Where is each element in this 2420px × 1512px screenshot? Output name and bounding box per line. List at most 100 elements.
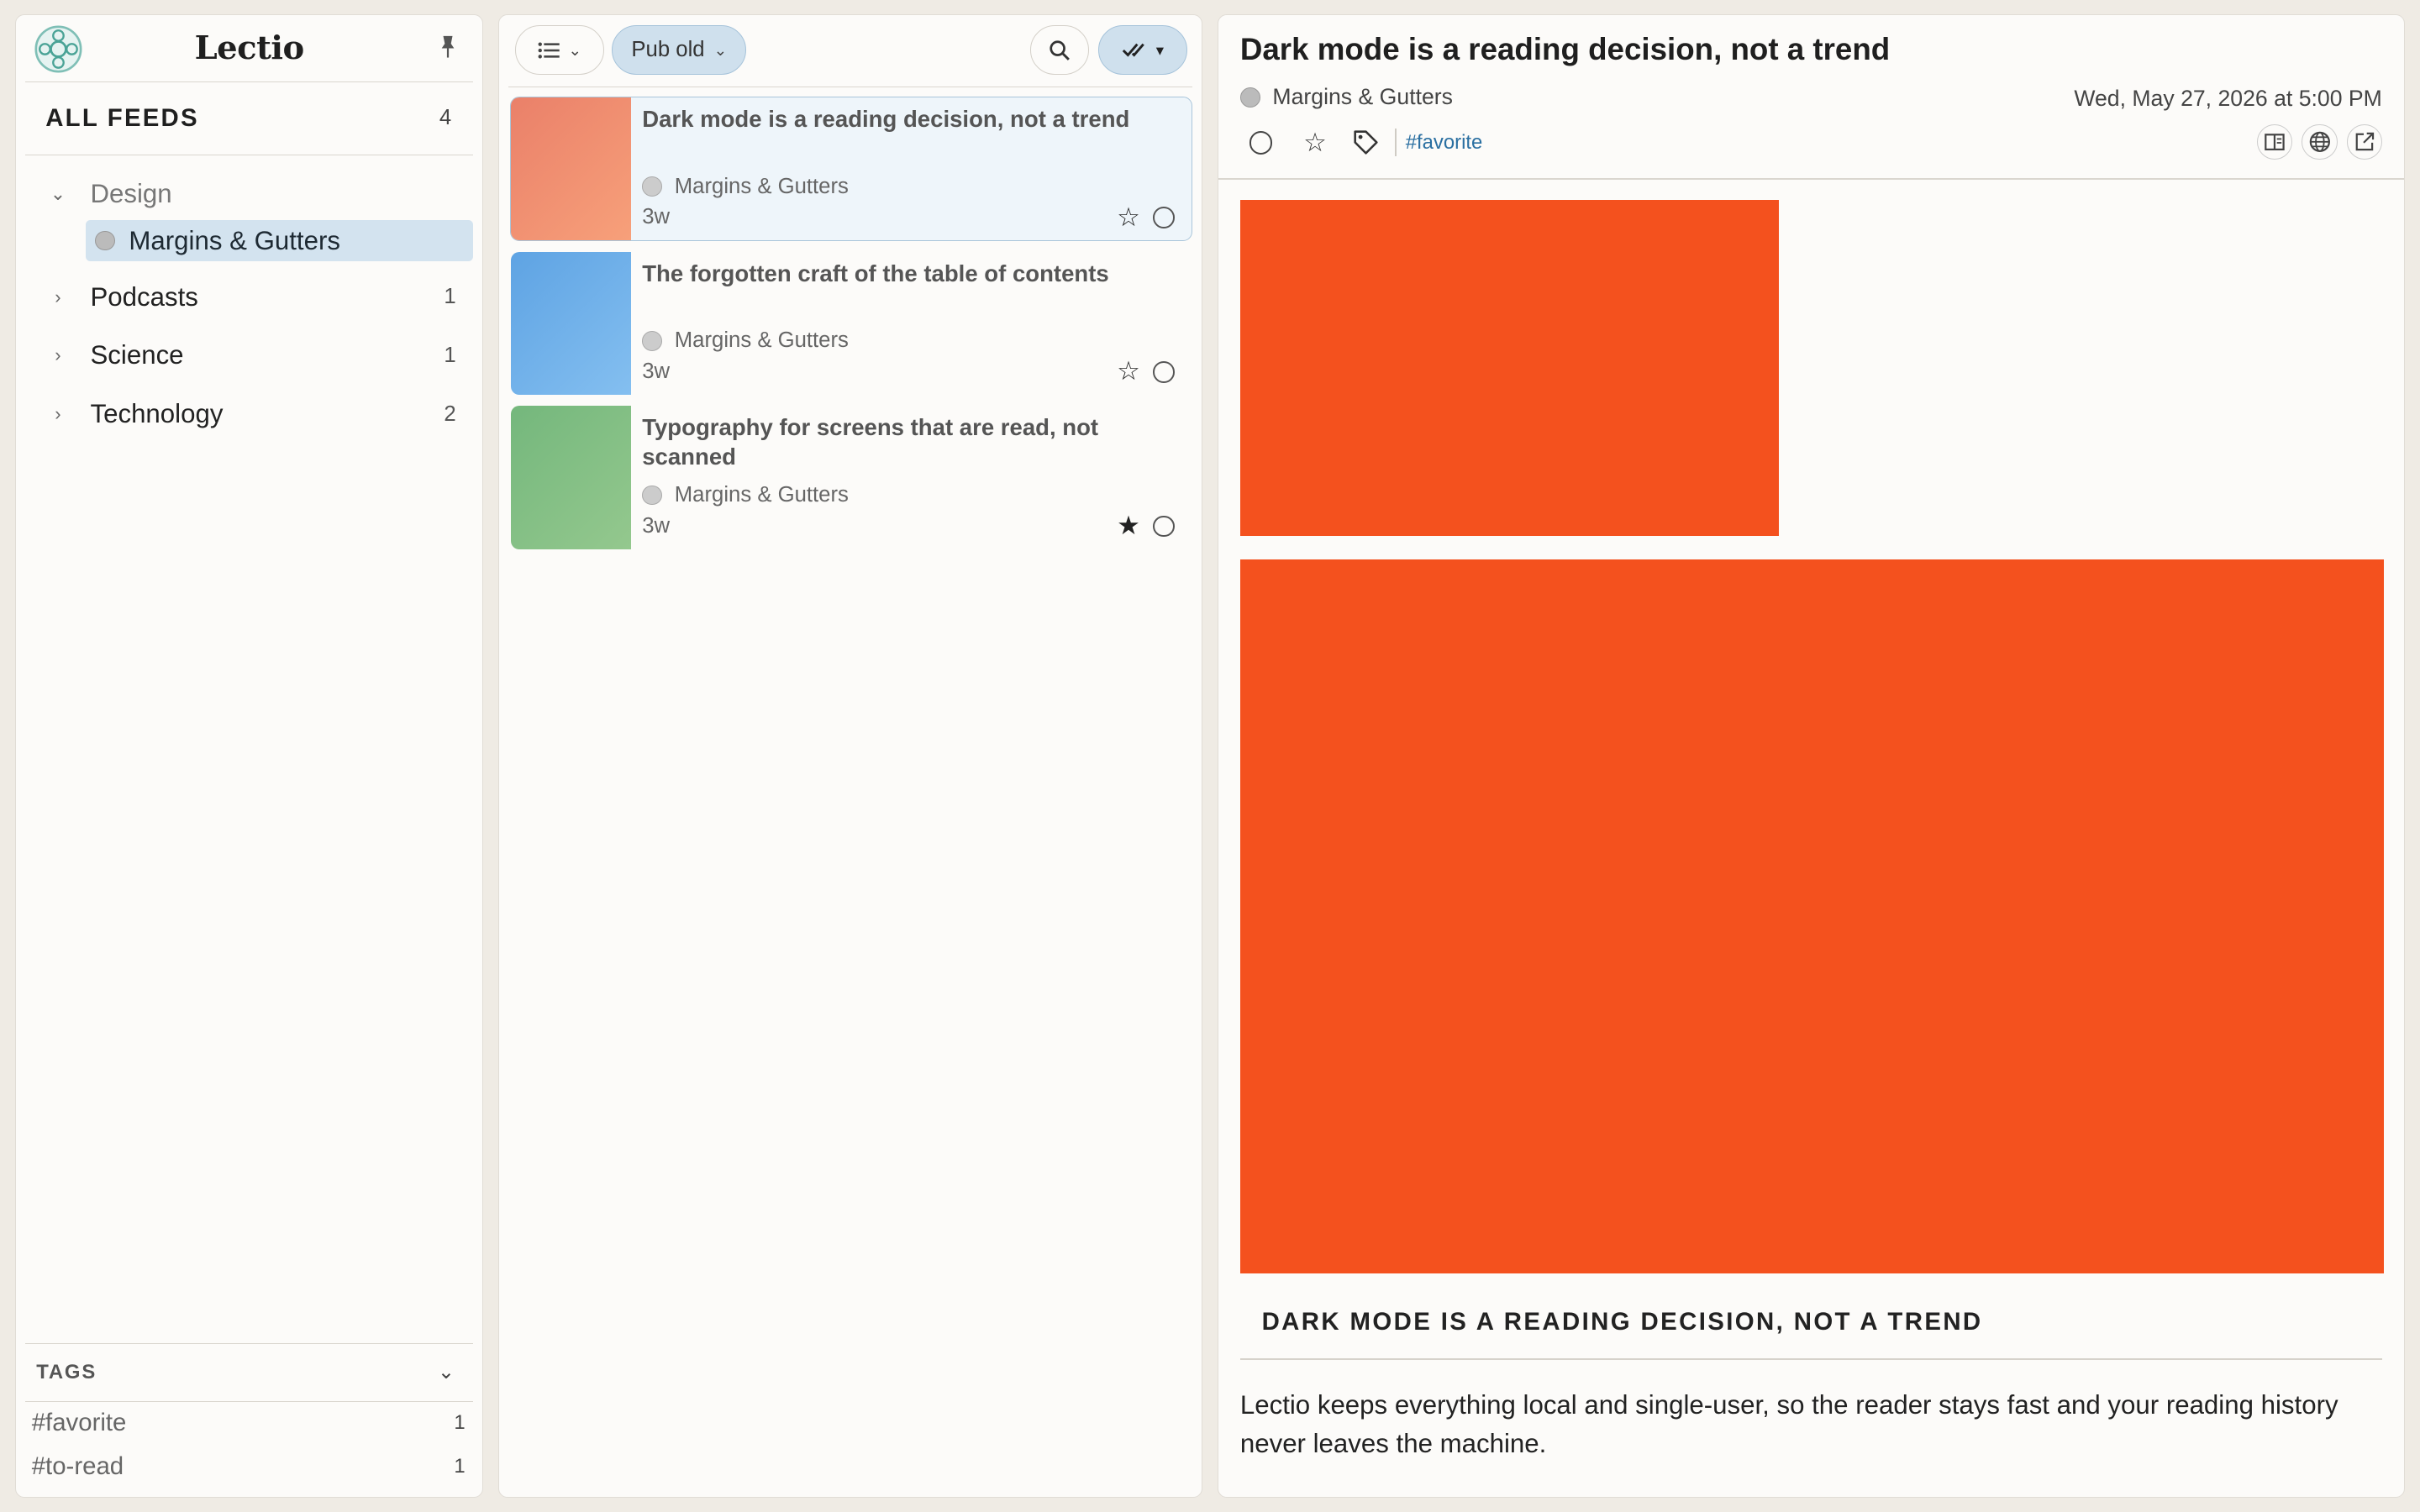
pin-icon[interactable] <box>439 34 457 59</box>
article-card[interactable]: Dark mode is a reading decision, not a t… <box>510 96 1192 242</box>
unread-circle-icon[interactable] <box>1249 131 1273 155</box>
category-podcasts[interactable]: › Podcasts 1 <box>16 268 482 327</box>
article-feed-name: Margins & Gutters <box>674 328 849 353</box>
article-title: Typography for screens that are read, no… <box>642 414 1099 470</box>
tags-label: TAGS <box>36 1360 97 1383</box>
article-feed-name: Margins & Gutters <box>674 174 849 198</box>
unread-circle-icon[interactable] <box>1152 360 1175 383</box>
reader-title: Dark mode is a reading decision, not a t… <box>1239 31 1891 66</box>
article-caption: DARK MODE IS A READING DECISION, NOT A T… <box>1261 1307 1983 1336</box>
sort-dropdown[interactable]: Pub old ⌄ <box>612 25 747 76</box>
article-thumbnail <box>511 97 632 241</box>
category-label: Podcasts <box>90 281 198 312</box>
article-feed-name: Margins & Gutters <box>674 482 849 507</box>
article-list: Dark mode is a reading decision, not a t… <box>499 87 1202 550</box>
category-technology[interactable]: › Technology 2 <box>16 385 482 444</box>
category-count: 2 <box>444 402 456 426</box>
list-toolbar: ⌄ Pub old ⌄ ▾ <box>508 15 1192 87</box>
reader-tag-favorite[interactable]: #favorite <box>1406 131 1483 155</box>
tag-icon[interactable] <box>1352 129 1380 156</box>
reader-feed[interactable]: Margins & Gutters <box>1239 84 1453 110</box>
view-mode-button[interactable]: ⌄ <box>514 25 605 76</box>
category-label: Science <box>90 340 184 370</box>
article-age: 3w <box>642 360 671 384</box>
search-button[interactable] <box>1030 25 1089 76</box>
double-check-icon <box>1123 43 1145 57</box>
app-title: Lectio <box>194 29 305 67</box>
article-image <box>1239 559 2384 1274</box>
feed-item-margins-gutters[interactable]: Margins & Gutters <box>86 219 473 262</box>
tags-list: #favorite 1 #to-read 1 <box>16 1402 482 1498</box>
category-label: Design <box>90 178 172 208</box>
article-image <box>1239 199 1779 537</box>
article-age: 3w <box>642 205 671 229</box>
globe-icon <box>95 230 115 251</box>
unread-circle-icon[interactable] <box>1152 207 1175 228</box>
globe-icon <box>642 176 663 197</box>
chevron-right-icon[interactable]: › <box>47 286 69 308</box>
chevron-right-icon[interactable]: › <box>47 344 69 366</box>
all-feeds-label: ALL FEEDS <box>45 103 199 132</box>
tag-label: #favorite <box>31 1409 127 1437</box>
tags-header[interactable]: TAGS ⌄ <box>25 1342 473 1402</box>
star-filled-icon[interactable]: ★ <box>1117 511 1140 541</box>
article-age: 3w <box>642 513 671 538</box>
article-list-panel: ⌄ Pub old ⌄ ▾ Dark mode is a reading dec… <box>498 13 1202 1499</box>
chevron-down-icon: ⌄ <box>713 40 727 59</box>
chevron-down-icon[interactable]: ⌄ <box>438 1360 455 1384</box>
category-design[interactable]: ⌄ Design <box>16 165 482 223</box>
chevron-right-icon[interactable]: › <box>47 403 69 425</box>
globe-icon <box>2309 131 2330 153</box>
tag-item-favorite[interactable]: #favorite 1 <box>16 1402 482 1445</box>
caret-down-icon: ▾ <box>1155 40 1164 59</box>
reader-tools <box>2257 123 2382 160</box>
star-outline-icon[interactable]: ☆ <box>1117 356 1140 386</box>
open-external-button[interactable] <box>2346 123 2382 160</box>
globe-icon <box>642 485 663 506</box>
article-feed: Margins & Gutters <box>642 483 849 507</box>
tag-count: 1 <box>454 1411 466 1435</box>
reader-date: Wed, May 27, 2026 at 5:00 PM <box>2074 86 2382 111</box>
category-science[interactable]: › Science 1 <box>16 326 482 385</box>
article-thumbnail <box>511 251 632 396</box>
article-feed: Margins & Gutters <box>642 328 849 353</box>
star-outline-icon[interactable]: ☆ <box>1303 128 1327 158</box>
article-feed: Margins & Gutters <box>642 175 849 199</box>
search-icon <box>1050 40 1070 60</box>
star-outline-icon[interactable]: ☆ <box>1117 202 1140 233</box>
tag-item-to-read[interactable]: #to-read 1 <box>16 1445 482 1488</box>
category-count: 1 <box>444 285 456 309</box>
divider <box>1394 129 1397 157</box>
article-title: The forgotten craft of the table of cont… <box>642 260 1109 286</box>
sidebar: Lectio ALL FEEDS 4 ⌄ Design Margins & Gu… <box>15 13 483 1499</box>
reader-view-button[interactable] <box>2257 123 2293 160</box>
mark-read-button[interactable]: ▾ <box>1097 25 1188 76</box>
article-title: Dark mode is a reading decision, not a t… <box>642 106 1130 133</box>
category-label: Technology <box>90 399 224 429</box>
tag-label: #to-read <box>31 1452 124 1480</box>
list-view-icon <box>538 42 560 59</box>
article-thumbnail <box>511 406 632 549</box>
divider <box>1218 178 2404 181</box>
divider <box>1239 1358 2382 1361</box>
unread-circle-icon[interactable] <box>1152 515 1175 538</box>
sort-label: Pub old <box>631 38 705 62</box>
category-count: 1 <box>444 343 456 367</box>
globe-icon <box>1239 87 1260 108</box>
all-feeds-count: 4 <box>439 106 452 130</box>
reader-view-icon <box>2265 134 2286 150</box>
sidebar-header: Lectio <box>25 15 473 83</box>
globe-icon <box>642 330 663 351</box>
feed-label: Margins & Gutters <box>129 225 340 255</box>
article-card[interactable]: Typography for screens that are read, no… <box>510 405 1192 550</box>
tags-section: TAGS ⌄ #favorite 1 #to-read 1 <box>16 1342 482 1498</box>
external-link-icon <box>2355 132 2374 151</box>
article-card[interactable]: The forgotten craft of the table of cont… <box>510 250 1192 396</box>
reader-panel: Dark mode is a reading decision, not a t… <box>1218 13 2405 1499</box>
web-view-button[interactable] <box>2302 123 2338 160</box>
chevron-down-icon: ⌄ <box>568 40 581 59</box>
tag-count: 1 <box>454 1454 466 1478</box>
chevron-down-icon[interactable]: ⌄ <box>47 183 69 205</box>
all-feeds[interactable]: ALL FEEDS 4 <box>25 82 473 155</box>
article-body: Lectio keeps everything local and single… <box>1239 1390 2338 1459</box>
